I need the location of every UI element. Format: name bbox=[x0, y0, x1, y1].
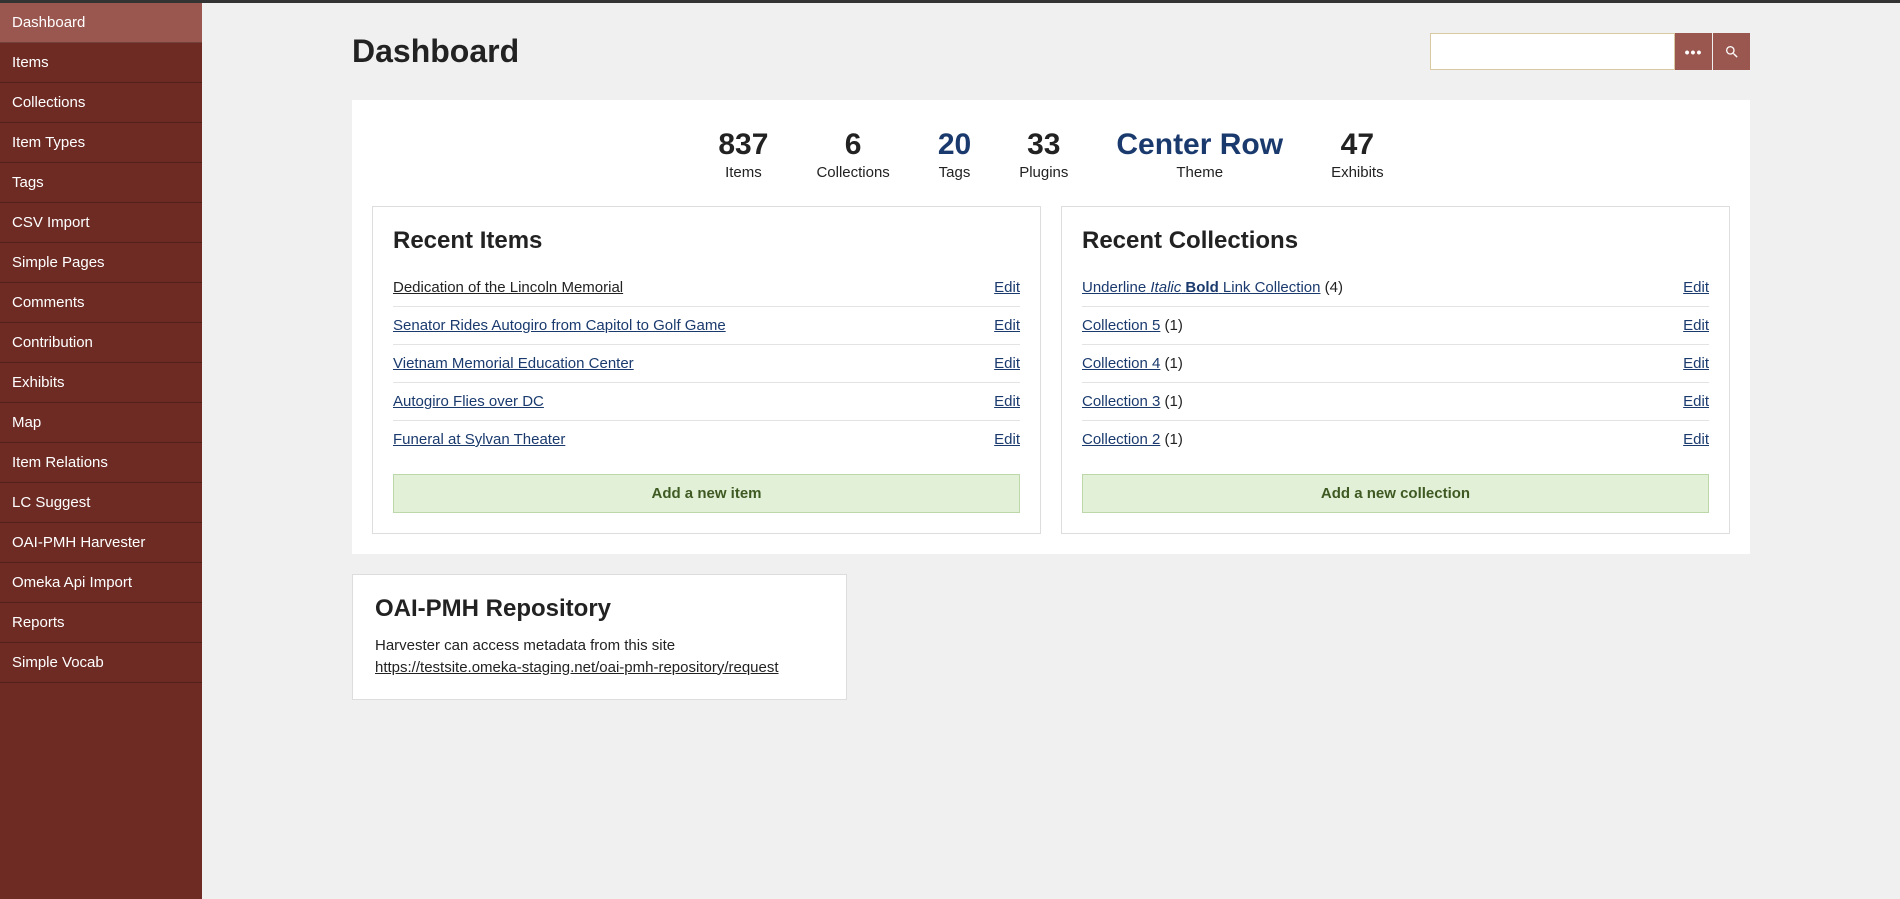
edit-link[interactable]: Edit bbox=[1683, 279, 1709, 296]
sidebar: DashboardItemsCollectionsItem TypesTagsC… bbox=[0, 3, 202, 899]
stat-value: 6 bbox=[816, 130, 889, 160]
oai-url-link[interactable]: https://testsite.omeka-staging.net/oai-p… bbox=[375, 659, 779, 676]
search-input[interactable] bbox=[1430, 33, 1675, 70]
list-item: Vietnam Memorial Education Center Edit bbox=[393, 345, 1020, 383]
search-icon bbox=[1724, 44, 1740, 60]
list-item: Dedication of the Lincoln Memorial Edit bbox=[393, 269, 1020, 307]
sidebar-item-items[interactable]: Items bbox=[0, 43, 202, 83]
stat-label: Plugins bbox=[1019, 164, 1068, 181]
search-options-button[interactable]: ••• bbox=[1675, 33, 1712, 70]
sidebar-item-simple-pages[interactable]: Simple Pages bbox=[0, 243, 202, 283]
stat-label: Theme bbox=[1116, 164, 1283, 181]
edit-link[interactable]: Edit bbox=[1683, 355, 1709, 372]
sidebar-item-reports[interactable]: Reports bbox=[0, 603, 202, 643]
edit-link[interactable]: Edit bbox=[994, 317, 1020, 334]
collection-title-link[interactable]: Collection 5 bbox=[1082, 317, 1160, 334]
search-submit-button[interactable] bbox=[1713, 33, 1750, 70]
sidebar-item-item-relations[interactable]: Item Relations bbox=[0, 443, 202, 483]
recent-collections-panel: Recent Collections Underline Italic Bold… bbox=[1061, 206, 1730, 534]
sidebar-item-collections[interactable]: Collections bbox=[0, 83, 202, 123]
stat-label: Tags bbox=[938, 164, 971, 181]
item-count: (1) bbox=[1160, 355, 1183, 372]
stat-label: Items bbox=[718, 164, 768, 181]
sidebar-item-comments[interactable]: Comments bbox=[0, 283, 202, 323]
item-title-link[interactable]: Senator Rides Autogiro from Capitol to G… bbox=[393, 317, 726, 334]
main-content: Dashboard ••• 837 Items 6 Collections 20 Tags… bbox=[202, 3, 1900, 899]
search-group: ••• bbox=[1430, 33, 1750, 70]
ellipsis-icon: ••• bbox=[1685, 44, 1703, 60]
list-item: Senator Rides Autogiro from Capitol to G… bbox=[393, 307, 1020, 345]
sidebar-item-contribution[interactable]: Contribution bbox=[0, 323, 202, 363]
list-item: Underline Italic Bold Link Collection (4… bbox=[1082, 269, 1709, 307]
sidebar-item-map[interactable]: Map bbox=[0, 403, 202, 443]
edit-link[interactable]: Edit bbox=[994, 431, 1020, 448]
edit-link[interactable]: Edit bbox=[994, 355, 1020, 372]
item-title-link[interactable]: Funeral at Sylvan Theater bbox=[393, 431, 565, 448]
stat-value: 837 bbox=[718, 130, 768, 160]
edit-link[interactable]: Edit bbox=[1683, 431, 1709, 448]
page-title: Dashboard bbox=[352, 33, 519, 70]
sidebar-item-item-types[interactable]: Item Types bbox=[0, 123, 202, 163]
oai-pmh-panel: OAI-PMH Repository Harvester can access … bbox=[352, 574, 847, 700]
stat-items: 837 Items bbox=[718, 130, 768, 181]
item-count: (1) bbox=[1160, 431, 1183, 448]
recent-items-title: Recent Items bbox=[393, 227, 1020, 255]
list-item: Funeral at Sylvan Theater Edit bbox=[393, 421, 1020, 458]
oai-panel-text: Harvester can access metadata from this … bbox=[375, 635, 824, 679]
list-item: Collection 4 (1) Edit bbox=[1082, 345, 1709, 383]
stat-collections: 6 Collections bbox=[816, 130, 889, 181]
collection-title-link[interactable]: Collection 2 bbox=[1082, 431, 1160, 448]
sidebar-item-lc-suggest[interactable]: LC Suggest bbox=[0, 483, 202, 523]
stat-tags[interactable]: 20 Tags bbox=[938, 130, 971, 181]
sidebar-item-csv-import[interactable]: CSV Import bbox=[0, 203, 202, 243]
list-item: Collection 3 (1) Edit bbox=[1082, 383, 1709, 421]
edit-link[interactable]: Edit bbox=[994, 393, 1020, 410]
sidebar-item-tags[interactable]: Tags bbox=[0, 163, 202, 203]
edit-link[interactable]: Edit bbox=[1683, 317, 1709, 334]
stat-value: Center Row bbox=[1116, 130, 1283, 160]
stat-label: Collections bbox=[816, 164, 889, 181]
add-new-item-button[interactable]: Add a new item bbox=[393, 474, 1020, 513]
add-new-collection-button[interactable]: Add a new collection bbox=[1082, 474, 1709, 513]
item-count: (1) bbox=[1160, 317, 1183, 334]
stat-theme[interactable]: Center Row Theme bbox=[1116, 130, 1283, 181]
edit-link[interactable]: Edit bbox=[1683, 393, 1709, 410]
sidebar-item-simple-vocab[interactable]: Simple Vocab bbox=[0, 643, 202, 683]
collection-title-link[interactable]: Collection 4 bbox=[1082, 355, 1160, 372]
oai-panel-title: OAI-PMH Repository bbox=[375, 595, 824, 623]
sidebar-item-omeka-api-import[interactable]: Omeka Api Import bbox=[0, 563, 202, 603]
item-title-link[interactable]: Autogiro Flies over DC bbox=[393, 393, 544, 410]
collection-title-link[interactable]: Underline Italic Bold Link Collection bbox=[1082, 279, 1320, 296]
list-item: Autogiro Flies over DC Edit bbox=[393, 383, 1020, 421]
item-count: (4) bbox=[1320, 279, 1343, 296]
oai-text-prefix: Harvester can access metadata from this … bbox=[375, 637, 675, 654]
stat-value: 33 bbox=[1019, 130, 1068, 160]
stat-plugins: 33 Plugins bbox=[1019, 130, 1068, 181]
stat-exhibits: 47 Exhibits bbox=[1331, 130, 1384, 181]
item-count: (1) bbox=[1160, 393, 1183, 410]
sidebar-item-exhibits[interactable]: Exhibits bbox=[0, 363, 202, 403]
stat-value: 20 bbox=[938, 130, 971, 160]
collection-title-link[interactable]: Collection 3 bbox=[1082, 393, 1160, 410]
item-title-link[interactable]: Dedication of the Lincoln Memorial bbox=[393, 279, 623, 296]
recent-collections-title: Recent Collections bbox=[1082, 227, 1709, 255]
stats-panel: 837 Items 6 Collections 20 Tags 33 Plugins Cente… bbox=[352, 100, 1750, 554]
list-item: Collection 2 (1) Edit bbox=[1082, 421, 1709, 458]
list-item: Collection 5 (1) Edit bbox=[1082, 307, 1709, 345]
stats-row: 837 Items 6 Collections 20 Tags 33 Plugins Cente… bbox=[372, 130, 1730, 181]
sidebar-item-oai-pmh-harvester[interactable]: OAI-PMH Harvester bbox=[0, 523, 202, 563]
stat-value: 47 bbox=[1331, 130, 1384, 160]
item-title-link[interactable]: Vietnam Memorial Education Center bbox=[393, 355, 634, 372]
recent-items-panel: Recent Items Dedication of the Lincoln M… bbox=[372, 206, 1041, 534]
edit-link[interactable]: Edit bbox=[994, 279, 1020, 296]
sidebar-item-dashboard[interactable]: Dashboard bbox=[0, 3, 202, 43]
stat-label: Exhibits bbox=[1331, 164, 1384, 181]
